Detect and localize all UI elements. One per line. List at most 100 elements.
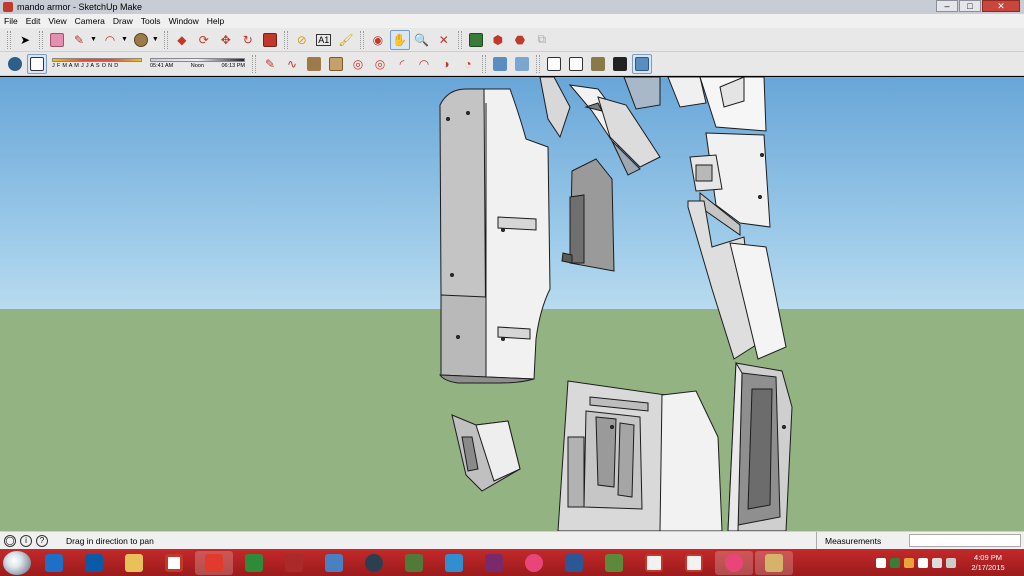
file-explorer-icon[interactable]: [115, 551, 153, 575]
menu-camera[interactable]: Camera: [75, 16, 105, 26]
toolbar-grip[interactable]: [359, 30, 364, 49]
close-button[interactable]: ✕: [982, 0, 1020, 12]
extension-warehouse-icon[interactable]: ⬣: [510, 30, 530, 50]
shaded-textures-icon[interactable]: [588, 54, 608, 74]
sandbox-flip-edge-icon[interactable]: ◎: [348, 54, 368, 74]
wireframe-icon[interactable]: [512, 54, 532, 74]
arc-icon[interactable]: ◠: [100, 30, 120, 50]
halo-icon[interactable]: [395, 551, 433, 575]
word-icon[interactable]: [555, 551, 593, 575]
app-network-icon[interactable]: [275, 551, 313, 575]
circle-icon[interactable]: [131, 30, 151, 50]
zoom-icon[interactable]: 🔍: [412, 30, 432, 50]
pan-icon[interactable]: ✋: [389, 29, 410, 50]
outlook-icon[interactable]: [75, 551, 113, 575]
toolbar-grip[interactable]: [536, 54, 540, 73]
shaded-icon[interactable]: [566, 54, 586, 74]
tray-app-icon[interactable]: [890, 557, 900, 568]
shin-armor-piece[interactable]: [439, 88, 551, 384]
chevron-down-icon[interactable]: ▼: [152, 36, 159, 43]
measurements-input[interactable]: [909, 534, 1021, 547]
select-icon[interactable]: ➤: [15, 30, 35, 50]
tape-measure-icon[interactable]: ⊘: [292, 30, 312, 50]
toolbar-grip[interactable]: [283, 30, 288, 49]
thigh-armor-piece[interactable]: [667, 77, 787, 360]
offset-icon[interactable]: ◑: [436, 54, 456, 74]
clock[interactable]: 4:09 PM 2/17/2015: [960, 553, 1016, 573]
arc-2-icon[interactable]: ◎: [370, 54, 390, 74]
layout-icon[interactable]: ⧉: [532, 30, 552, 50]
dropbox-icon[interactable]: [315, 551, 353, 575]
push-pull-icon[interactable]: ◆: [172, 30, 192, 50]
eraser-icon[interactable]: [47, 30, 67, 50]
itunes-icon[interactable]: [515, 551, 553, 575]
shadow-date-slider[interactable]: J F M A M J J A S O N D: [52, 58, 142, 69]
app-green-icon[interactable]: [235, 551, 273, 575]
itunes-2-icon[interactable]: [715, 550, 753, 575]
sketchup-icon[interactable]: [195, 550, 233, 575]
3d-warehouse-icon[interactable]: ⬢: [488, 30, 508, 50]
winamp-icon[interactable]: [475, 551, 513, 575]
toolbar-grip[interactable]: [7, 30, 11, 49]
sandbox-add-detail-icon[interactable]: [326, 54, 346, 74]
app-red2-icon[interactable]: [675, 551, 713, 575]
text-icon[interactable]: A1: [314, 30, 334, 50]
menu-file[interactable]: File: [4, 16, 18, 26]
network-icon[interactable]: [932, 557, 942, 568]
add-location-icon[interactable]: [466, 30, 486, 50]
menu-window[interactable]: Window: [169, 16, 199, 26]
menu-help[interactable]: Help: [207, 16, 224, 26]
shadow-time-slider[interactable]: 05:41 AM Noon 06:13 PM: [150, 58, 245, 69]
pie-icon[interactable]: ◜: [392, 54, 412, 74]
date-slider-track[interactable]: [52, 58, 142, 62]
ankle-armor-piece[interactable]: [451, 414, 521, 492]
move-icon[interactable]: ✥: [216, 30, 236, 50]
quicken-icon[interactable]: [155, 551, 193, 575]
show-hidden-icons-icon[interactable]: [876, 557, 886, 568]
toolbar-grip[interactable]: [163, 30, 168, 49]
toolbar-grip[interactable]: [252, 54, 256, 73]
menu-draw[interactable]: Draw: [113, 16, 133, 26]
action-center-icon[interactable]: [918, 557, 928, 568]
3pt-arc-icon[interactable]: ◠: [414, 54, 434, 74]
minecraft-icon[interactable]: [595, 551, 633, 575]
volume-icon[interactable]: [946, 557, 956, 568]
geo-location-icon[interactable]: ◯: [4, 534, 16, 547]
menu-edit[interactable]: Edit: [26, 16, 41, 26]
help-icon[interactable]: ?: [36, 534, 48, 547]
internet-explorer-icon[interactable]: [35, 551, 73, 575]
maximize-button[interactable]: □: [959, 0, 981, 12]
scale-icon[interactable]: [260, 30, 280, 50]
app-red-icon[interactable]: [635, 551, 673, 575]
chevron-down-icon[interactable]: ▼: [90, 36, 97, 43]
credits-icon[interactable]: i: [20, 534, 32, 547]
steam-icon[interactable]: [355, 551, 393, 575]
shadow-settings-icon[interactable]: [5, 54, 25, 74]
sketchup-3d-icon[interactable]: [435, 551, 473, 575]
rotate-icon[interactable]: ↻: [238, 30, 258, 50]
time-slider-track[interactable]: [150, 58, 245, 62]
modeling-viewport[interactable]: [0, 77, 1024, 531]
paint-icon[interactable]: [755, 550, 793, 575]
knee-armor-piece[interactable]: [561, 158, 615, 272]
xray-mode-icon[interactable]: [632, 53, 652, 74]
follow-me-icon[interactable]: ⟳: [194, 30, 214, 50]
monochrome-icon[interactable]: [610, 54, 630, 74]
sandbox-drape-icon[interactable]: [304, 54, 324, 74]
menu-tools[interactable]: Tools: [141, 16, 161, 26]
zoom-extents-icon[interactable]: ✕: [434, 30, 454, 50]
toolbar-grip[interactable]: [457, 30, 462, 49]
back-edges-icon[interactable]: [490, 54, 510, 74]
sandbox-stamp-icon[interactable]: ∿: [282, 54, 302, 74]
toolbar-grip[interactable]: [39, 30, 43, 49]
pencil-icon[interactable]: ✎: [69, 30, 89, 50]
menu-view[interactable]: View: [48, 16, 66, 26]
toolbar-grip[interactable]: [482, 54, 486, 73]
hidden-line-icon[interactable]: [544, 54, 564, 74]
chevron-down-icon[interactable]: ▼: [121, 36, 128, 43]
armor-model[interactable]: [0, 77, 1024, 531]
sandbox-smoove-icon[interactable]: ✎: [260, 54, 280, 74]
xray-icon[interactable]: ◔: [458, 54, 478, 74]
display-shadows-icon[interactable]: [27, 53, 47, 74]
sketchup-app-icon[interactable]: [3, 2, 13, 12]
